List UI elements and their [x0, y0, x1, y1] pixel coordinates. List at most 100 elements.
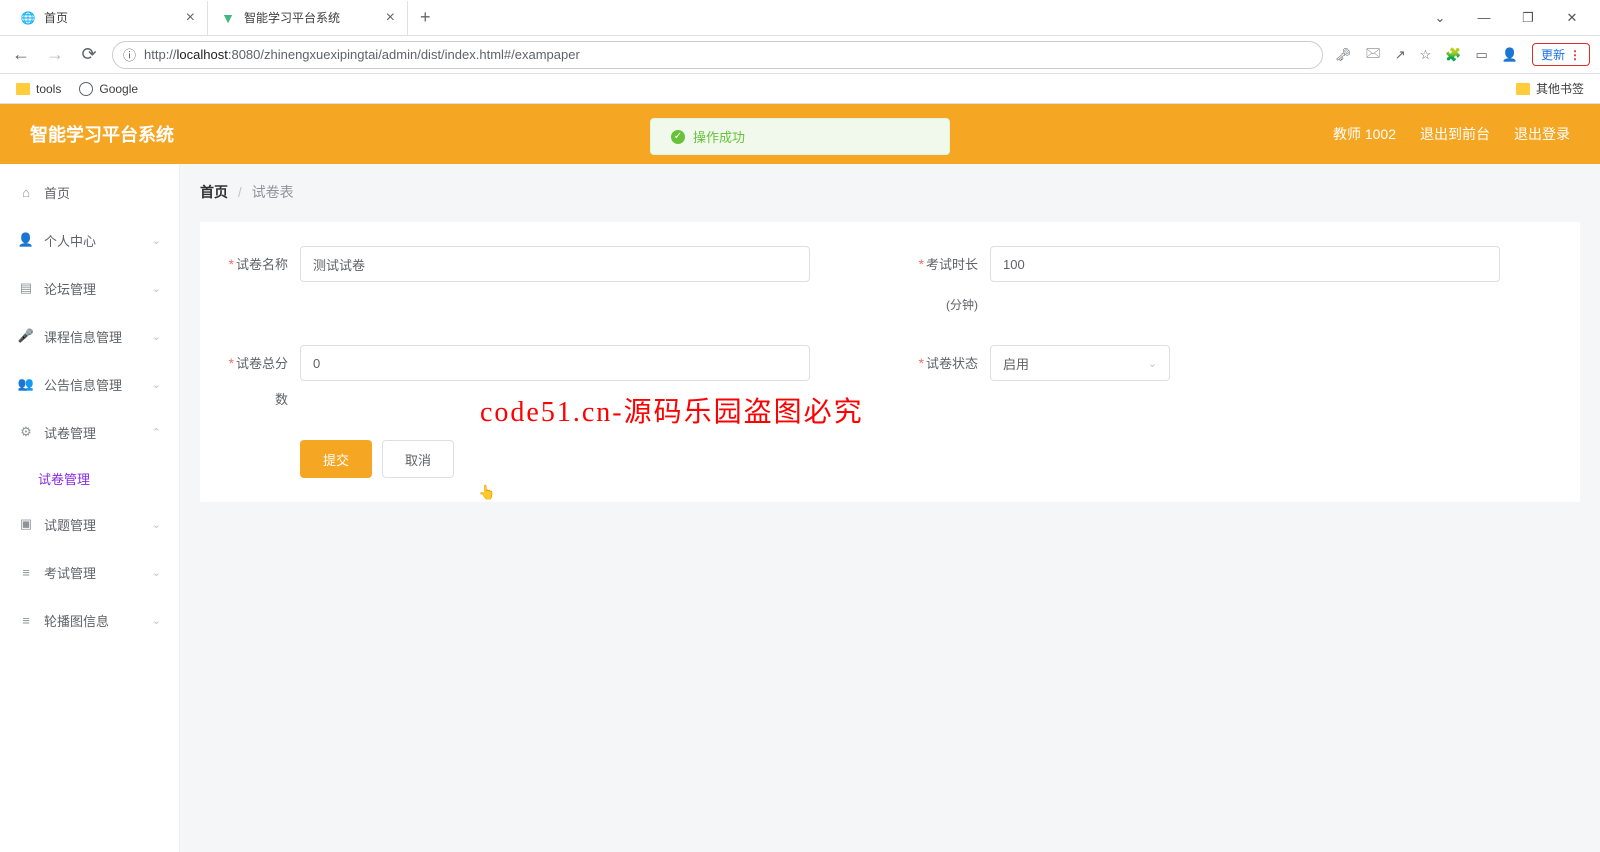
select-value: 启用 [1003, 354, 1029, 373]
home-icon: ⌂ [18, 185, 34, 200]
form-card: *试卷名称 *考试时长 (分钟) *试卷总分数 [200, 222, 1580, 502]
sidebar-item-label: 考试管理 [44, 563, 96, 582]
update-button[interactable]: 更新⋮ [1532, 43, 1590, 66]
browser-tab-1[interactable]: 🌐 首页 × [8, 1, 208, 35]
bookmark-other[interactable]: 其他书签 [1516, 80, 1584, 97]
maximize-icon[interactable]: ❐ [1516, 10, 1540, 26]
user-icon: 👤 [18, 232, 34, 248]
tab-title: 智能学习平台系统 [244, 9, 340, 26]
label-paper-name: *试卷名称 [220, 246, 300, 323]
app-title: 智能学习平台系统 [30, 121, 174, 147]
url-text: http://localhost:8080/zhinengxuexipingta… [144, 47, 580, 62]
window-controls: ⌄ — ❐ ✕ [1428, 10, 1600, 26]
password-icon[interactable]: 🗝 [1335, 47, 1352, 63]
user-label[interactable]: 教师 1002 [1333, 124, 1396, 144]
bookmark-google[interactable]: Google [79, 82, 138, 96]
question-icon: ▣ [18, 516, 34, 532]
sidebar-item-home[interactable]: ⌂ 首页 [0, 168, 179, 216]
input-duration[interactable] [990, 246, 1500, 282]
chevron-up-icon: ⌃ [152, 426, 161, 439]
chevron-down-icon: ⌄ [152, 234, 161, 247]
folder-icon [16, 83, 30, 95]
chevron-down-icon: ⌄ [152, 614, 161, 627]
cancel-button[interactable]: 取消 [382, 440, 454, 478]
vue-icon: ▼ [220, 10, 236, 26]
sidebar-item-forum[interactable]: ▤ 论坛管理 ⌄ [0, 264, 179, 312]
sidebar-subitem-exam[interactable]: 试卷管理 [0, 456, 179, 500]
chevron-down-icon: ⌄ [152, 566, 161, 579]
globe-icon [79, 82, 93, 96]
chevron-down-icon[interactable]: ⌄ [1428, 10, 1452, 26]
breadcrumb-separator: / [238, 184, 242, 200]
browser-tab-strip: 🌐 首页 × ▼ 智能学习平台系统 × + ⌄ — ❐ ✕ [0, 0, 1600, 36]
info-icon: ⓘ [123, 45, 136, 64]
forum-icon: ▤ [18, 280, 34, 296]
sidebar-item-label: 试卷管理 [38, 469, 90, 488]
url-bar[interactable]: ⓘ http://localhost:8080/zhinengxuexiping… [112, 41, 1323, 69]
sidebar-item-personal[interactable]: 👤 个人中心 ⌄ [0, 216, 179, 264]
globe-icon: 🌐 [20, 10, 36, 26]
breadcrumb-current: 试卷表 [252, 184, 294, 200]
sidebar-item-carousel[interactable]: ≡ 轮播图信息 ⌄ [0, 596, 179, 644]
logout-link[interactable]: 退出登录 [1514, 124, 1570, 144]
chevron-down-icon: ⌄ [1148, 357, 1157, 370]
sidebar-item-notice[interactable]: 👥 公告信息管理 ⌄ [0, 360, 179, 408]
sidebar-item-course[interactable]: 🎤 课程信息管理 ⌄ [0, 312, 179, 360]
folder-icon [1516, 83, 1530, 95]
success-toast: ✓ 操作成功 [650, 118, 950, 155]
sidebar: ⌂ 首页 👤 个人中心 ⌄ ▤ 论坛管理 ⌄ 🎤 课程信息管理 ⌄ 👥 公告信息… [0, 164, 180, 852]
sidebar-item-label: 试卷管理 [44, 423, 96, 442]
label-duration: *考试时长 (分钟) [910, 246, 990, 323]
chevron-down-icon: ⌄ [152, 378, 161, 391]
new-tab-button[interactable]: + [408, 7, 443, 28]
gear-icon: ⚙ [18, 424, 34, 440]
profile-icon[interactable]: 👤 [1502, 47, 1518, 63]
minimize-icon[interactable]: — [1472, 10, 1496, 26]
close-icon[interactable]: × [186, 9, 195, 27]
breadcrumb-home[interactable]: 首页 [200, 184, 228, 200]
input-total-score[interactable] [300, 345, 810, 381]
submit-button[interactable]: 提交 [300, 440, 372, 478]
sidebar-item-label: 公告信息管理 [44, 375, 122, 394]
main-content: 首页 / 试卷表 *试卷名称 *考试时长 (分钟) [180, 164, 1600, 852]
check-icon: ✓ [671, 130, 685, 144]
sidebar-item-question[interactable]: ▣ 试题管理 ⌄ [0, 500, 179, 548]
list-icon: ≡ [18, 565, 34, 580]
close-icon[interactable]: × [386, 9, 395, 27]
browser-tab-2[interactable]: ▼ 智能学习平台系统 × [208, 1, 408, 35]
sidebar-item-exam[interactable]: ⚙ 试卷管理 ⌃ [0, 408, 179, 456]
to-frontend-link[interactable]: 退出到前台 [1420, 124, 1490, 144]
browser-toolbar: ← → ⟳ ⓘ http://localhost:8080/zhinengxue… [0, 36, 1600, 74]
chevron-down-icon: ⌄ [152, 282, 161, 295]
star-icon[interactable]: ☆ [1420, 47, 1432, 63]
sidebar-item-label: 试题管理 [44, 515, 96, 534]
sidebar-item-label: 课程信息管理 [44, 327, 122, 346]
toast-text: 操作成功 [693, 127, 745, 146]
bookmarks-bar: tools Google 其他书签 [0, 74, 1600, 104]
close-window-icon[interactable]: ✕ [1560, 10, 1584, 26]
sidebar-item-label: 个人中心 [44, 231, 96, 250]
mic-icon: 🎤 [18, 328, 34, 344]
bookmark-tools[interactable]: tools [16, 82, 61, 96]
app-header: 智能学习平台系统 ✓ 操作成功 教师 1002 退出到前台 退出登录 [0, 104, 1600, 164]
translate-icon[interactable]: 🖂 [1366, 44, 1381, 66]
chevron-down-icon: ⌄ [152, 330, 161, 343]
tab-title: 首页 [44, 9, 68, 26]
forward-button[interactable]: → [44, 44, 66, 65]
select-status[interactable]: 启用 ⌄ [990, 345, 1170, 381]
image-icon: ≡ [18, 613, 34, 628]
reload-button[interactable]: ⟳ [78, 44, 100, 65]
sidebar-item-label: 首页 [44, 183, 70, 202]
input-paper-name[interactable] [300, 246, 810, 282]
label-status: *试卷状态 [910, 345, 990, 418]
sidebar-item-test[interactable]: ≡ 考试管理 ⌄ [0, 548, 179, 596]
label-total-score: *试卷总分数 [220, 345, 300, 418]
extensions-icon[interactable]: 🧩 [1445, 47, 1461, 63]
users-icon: 👥 [18, 376, 34, 392]
back-button[interactable]: ← [10, 44, 32, 65]
sidebar-item-label: 轮播图信息 [44, 611, 109, 630]
sidebar-item-label: 论坛管理 [44, 279, 96, 298]
panel-icon[interactable]: ▭ [1476, 47, 1488, 63]
chevron-down-icon: ⌄ [152, 518, 161, 531]
share-icon[interactable]: ↗ [1395, 47, 1406, 63]
